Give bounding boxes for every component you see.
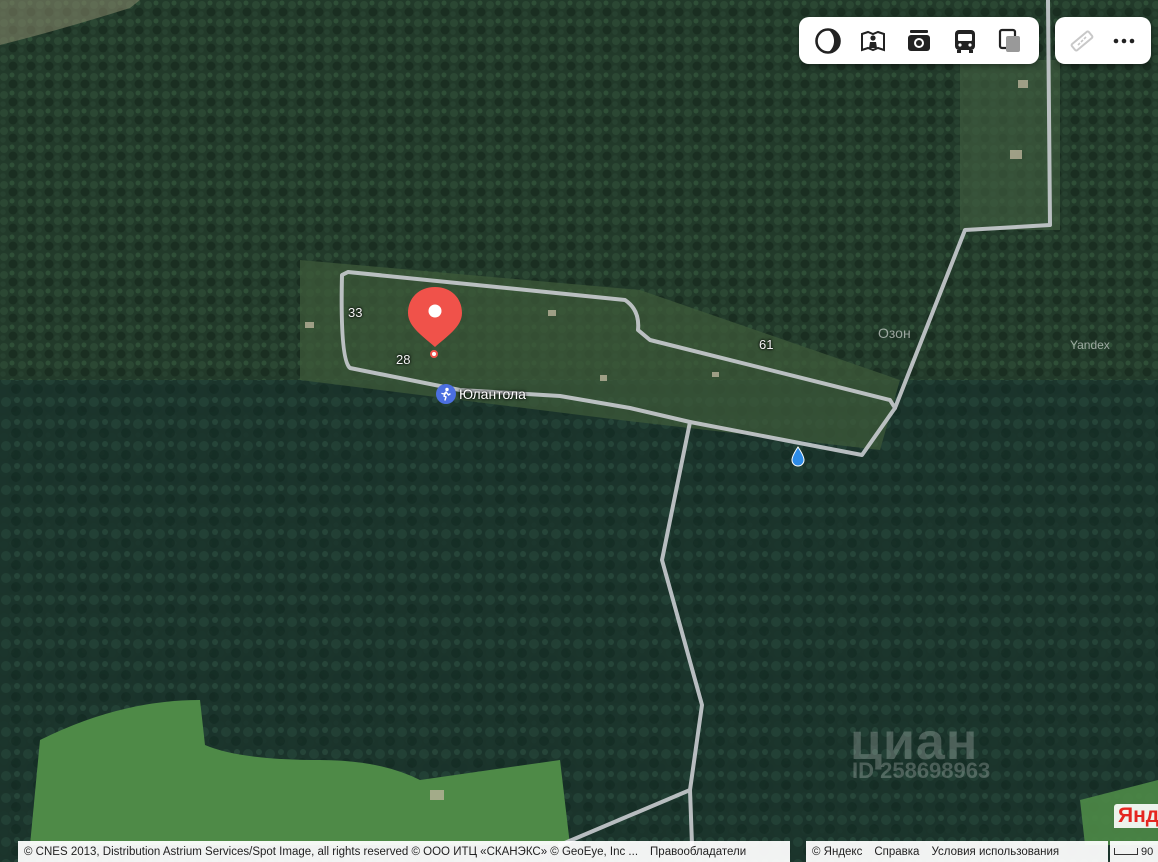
location-pin-icon[interactable] — [406, 285, 464, 349]
scale-indicator: 90 — [1110, 841, 1158, 862]
layers-square-icon — [999, 28, 1021, 52]
camera-icon — [907, 29, 930, 51]
layers-switch-button[interactable] — [987, 17, 1033, 64]
yandex-logo[interactable]: Янд — [1114, 804, 1158, 828]
panorama-person-icon — [861, 30, 886, 51]
place-name-label: Юлантола — [459, 386, 526, 402]
plot-number-33: 33 — [348, 305, 363, 320]
yandex-links-bar: © Яндекс Справка Условия использования — [806, 841, 1108, 862]
scale-line — [1114, 848, 1138, 855]
yandex-copyright: © Яндекс — [812, 845, 863, 858]
yandex-faint-label: Yandex — [1070, 338, 1110, 352]
plot-number-28: 28 — [396, 352, 411, 367]
circle-layers-icon — [814, 27, 841, 54]
panorama-button[interactable] — [851, 17, 897, 64]
map-extra-toolbar — [1055, 17, 1151, 64]
cian-watermark-id: ID 258698963 — [852, 758, 991, 783]
transport-button[interactable] — [942, 17, 988, 64]
pin-anchor-dot — [430, 350, 438, 358]
layers-button[interactable] — [805, 17, 851, 64]
satellite-map[interactable] — [0, 0, 1158, 862]
photos-button[interactable] — [896, 17, 942, 64]
ruler-icon — [1070, 29, 1094, 52]
copyright-text: © CNES 2013, Distribution Astrium Servic… — [24, 845, 639, 858]
map-toolbar — [799, 17, 1039, 64]
more-dots-icon — [1113, 38, 1135, 43]
rights-holders-link[interactable]: Правообладатели — [644, 846, 752, 858]
ruler-button[interactable] — [1061, 17, 1103, 64]
help-link[interactable]: Справка — [868, 846, 925, 858]
scale-value: 90 — [1141, 845, 1154, 858]
bus-icon — [954, 29, 975, 53]
attribution-bar: © CNES 2013, Distribution Astrium Servic… — [18, 841, 790, 862]
more-button[interactable] — [1103, 17, 1145, 64]
place-marker[interactable]: Юлантола — [436, 384, 526, 404]
ozon-label: Озон — [878, 325, 911, 341]
terms-link[interactable]: Условия использования — [925, 846, 1065, 858]
hiking-person-icon — [436, 384, 456, 404]
plot-number-61: 61 — [759, 337, 774, 352]
